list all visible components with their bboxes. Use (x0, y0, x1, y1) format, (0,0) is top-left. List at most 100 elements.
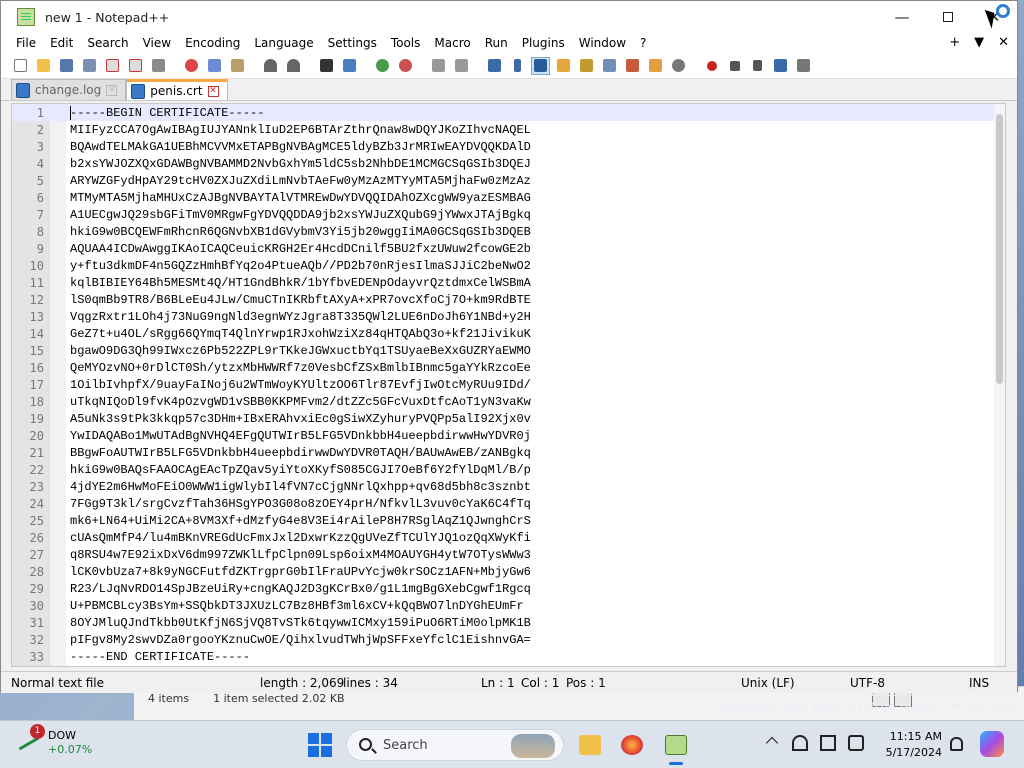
editor-line[interactable]: 8 hkiG9w0BCQEWFmRhcnR6QGNvbXB1dGVybmV3Yi5… (12, 223, 1005, 240)
menu-tools[interactable]: Tools (384, 36, 428, 50)
document-map-icon[interactable] (577, 57, 596, 75)
copilot-icon[interactable] (980, 731, 1004, 757)
firefox-app[interactable] (616, 729, 648, 761)
close-document-button[interactable]: ✕ (998, 33, 1009, 53)
new-tab-button[interactable]: + (949, 33, 960, 53)
editor-line[interactable]: 24 7FGg9T3kl/srgCvzfTah36HSgYPO3G08o8zOEY… (12, 495, 1005, 512)
word-wrap-icon[interactable] (485, 57, 504, 75)
menu-search[interactable]: Search (80, 36, 135, 50)
title-bar[interactable]: new 1 - Notepad++ — ✕ (1, 1, 1017, 33)
editor-line[interactable]: 29 R23/LJqNvRDO14SpJBzeUiRy+cngKAQJ2D3gKC… (12, 580, 1005, 597)
tab-penis-crt[interactable]: penis.crt ✕ (126, 79, 228, 100)
editor-line[interactable]: 15 bgawO9DG3Qh99IWxcz6Pb522ZPL9rTKkeJGWxu… (12, 342, 1005, 359)
no-network-icon[interactable] (792, 735, 808, 751)
notepad-app-icon[interactable] (17, 8, 35, 26)
open-file-icon[interactable] (34, 57, 53, 75)
editor-line[interactable]: 23 4jdYE2m6HwMoFEiO0WWW1igWlybIl4fVN7cCjg… (12, 478, 1005, 495)
start-button[interactable] (308, 733, 332, 757)
copy-icon[interactable] (205, 57, 224, 75)
editor-line[interactable]: 7 A1UECgwJQ29sbGFiTmV0MRgwFgYDVQQDDA9jb2x… (12, 206, 1005, 223)
minimize-button[interactable]: — (879, 1, 925, 33)
editor-line[interactable]: 32 pIFgv8My2swvDZa0rgooYKznuCwOE/Qihxlvud… (12, 631, 1005, 648)
show-all-characters-icon[interactable] (508, 57, 527, 75)
menu-edit[interactable]: Edit (43, 36, 80, 50)
close-all-icon[interactable] (126, 57, 145, 75)
run-macro-multiple-icon[interactable] (771, 57, 790, 75)
function-list-icon[interactable] (623, 57, 642, 75)
editor-line[interactable]: 18 uTkqNIQoDl9fvK4pOzvgWD1vSBB0KKPMFvm2/d… (12, 393, 1005, 410)
clock[interactable]: 11:15 AM 5/17/2024 (882, 729, 942, 761)
sync-vertical-icon[interactable] (429, 57, 448, 75)
stop-macro-icon[interactable] (725, 57, 744, 75)
editor-line[interactable]: 26 cUAsQmMfP4/lu4mBKnVREGdUcFmxJxl2DxwrKz… (12, 529, 1005, 546)
scrollbar-thumb[interactable] (996, 114, 1003, 384)
editor-line[interactable]: 28 lCK0vbUza7+8k9yNGCFutfdZKTrgprG0bIlFra… (12, 563, 1005, 580)
sync-horizontal-icon[interactable] (452, 57, 471, 75)
editor-line[interactable]: 3 BQAwdTELMAkGA1UEBhMCVVMxETAPBgNVBAgMCE5… (12, 138, 1005, 155)
replace-icon[interactable] (340, 57, 359, 75)
print-icon[interactable] (149, 57, 168, 75)
editor-line[interactable]: 10 y+ftu3dkmDF4n5GQZzHmhBfYq2o4PtueAQb//P… (12, 257, 1005, 274)
menu-view[interactable]: View (136, 36, 178, 50)
editor-line[interactable]: 2 MIIFyzCCA7OgAwIBAgIUJYANnklIuD2EP6BTArZ… (12, 121, 1005, 138)
editor-line[interactable]: 27 q8RSU4w7E92ixDxV6dm997ZWKlLfpClpn09Lsp… (12, 546, 1005, 563)
chevron-up-icon[interactable] (765, 736, 779, 750)
editor-line[interactable]: 22 hkiG9w0BAQsFAAOCAgEAcTpZQav5yiYtoXKyfS… (12, 461, 1005, 478)
play-macro-icon[interactable] (748, 57, 767, 75)
tab-list-dropdown[interactable]: ▼ (974, 33, 984, 53)
menu-plugins[interactable]: Plugins (515, 36, 572, 50)
vertical-scrollbar[interactable] (994, 104, 1005, 666)
editor-line[interactable]: 19 A5uNk3s9tPk3kkqp57c3DHm+IBxERAhvxiEc0g… (12, 410, 1005, 427)
notepad-plus-plus-app[interactable] (660, 729, 692, 765)
editor-line[interactable]: 5 ARYWZGFydHpAY29tcHV0ZXJuZXdiLmNvbTAeFw0… (12, 172, 1005, 189)
editor-line[interactable]: 14 GeZ7t+u4OL/sRgg66QYmqT4QlnYrwp1RJxohWz… (12, 325, 1005, 342)
editor-line[interactable]: 25 mk6+LN64+UiMi2CA+8VM3Xf+dMzfyG4e8V3Ei4… (12, 512, 1005, 529)
user-language-icon[interactable] (554, 57, 573, 75)
menu-file[interactable]: File (9, 36, 43, 50)
editor-line[interactable]: 20 YwIDAQABo1MwUTAdBgNVHQ4EFgQUTWIrB5LFG5… (12, 427, 1005, 444)
menu-help[interactable]: ? (633, 36, 653, 50)
menu-language[interactable]: Language (247, 36, 320, 50)
editor-line[interactable]: 6 MTMyMTA5MjhaMHUxCzAJBgNVBAYTAlVTMREwDwY… (12, 189, 1005, 206)
save-all-icon[interactable] (80, 57, 99, 75)
volume-icon[interactable] (848, 735, 864, 751)
menu-window[interactable]: Window (572, 36, 633, 50)
editor-line[interactable]: 30 U+PBMCBLcy3BsYm+SSQbkDT3JXUzLC7Bz8HBf3… (12, 597, 1005, 614)
editor-line[interactable]: 12 lS0qmBb9TR8/B6BLeEu4JLw/CmuCTnIKRbftAX… (12, 291, 1005, 308)
menu-encoding[interactable]: Encoding (178, 36, 247, 50)
insert-mode[interactable]: INS (969, 676, 989, 690)
editor-line[interactable]: 17 1OilbIvhpfX/9uayFaINoj6u2WTmWoyKYUltzO… (12, 376, 1005, 393)
monitoring-icon[interactable] (669, 57, 688, 75)
new-file-icon[interactable] (11, 57, 30, 75)
cut-icon[interactable] (182, 57, 201, 75)
menu-macro[interactable]: Macro (427, 36, 477, 50)
editor-line[interactable]: 4 b2xsYWJOZXQxGDAWBgNVBAMMD2NvbGxhYm5ldC5… (12, 155, 1005, 172)
undo-icon[interactable] (261, 57, 280, 75)
menu-run[interactable]: Run (478, 36, 515, 50)
menu-settings[interactable]: Settings (321, 36, 384, 50)
record-macro-icon[interactable] (702, 57, 721, 75)
stock-widget[interactable]: 1 DOW +0.07% (18, 724, 92, 757)
taskbar-search[interactable]: Search (346, 729, 564, 761)
zoom-in-icon[interactable] (373, 57, 392, 75)
editor-line[interactable]: 11 kqlBIBIEY64Bh5MESMt4Q/HT1GndBhkR/1bYfb… (12, 274, 1005, 291)
tab-change-log[interactable]: change.log ✕ (11, 79, 127, 100)
save-icon[interactable] (57, 57, 76, 75)
text-editor[interactable]: 1 -----BEGIN CERTIFICATE----- 2 MIIFyzCCA7O… (11, 103, 1006, 667)
editor-line[interactable]: 33 -----END CERTIFICATE----- (12, 648, 1005, 665)
indent-guide-icon[interactable] (531, 56, 550, 75)
maximize-button[interactable] (925, 1, 971, 33)
display-icon[interactable] (820, 735, 836, 751)
editor-line[interactable]: 16 QeMYOzvNO+0rDlCT0Sh/ytzxMbHWWRf7z0Vesb… (12, 359, 1005, 376)
close-tab-icon[interactable]: ✕ (106, 84, 118, 96)
folder-workspace-icon[interactable] (646, 57, 665, 75)
redo-icon[interactable] (284, 57, 303, 75)
close-file-icon[interactable] (103, 57, 122, 75)
editor-line[interactable]: 1 -----BEGIN CERTIFICATE----- (12, 104, 1005, 121)
find-icon[interactable] (317, 57, 336, 75)
editor-line[interactable]: 21 BBgwFoAUTWIrB5LFG5VDnkbbH4ueepbdirwwDw… (12, 444, 1005, 461)
save-macro-icon[interactable] (794, 57, 813, 75)
file-explorer-app[interactable] (574, 729, 606, 761)
close-tab-icon[interactable]: ✕ (207, 85, 219, 97)
editor-line[interactable]: 31 8OYJMluQJndTkbb0UtKfjN6SjVQ8TvSTk6tqyw… (12, 614, 1005, 631)
